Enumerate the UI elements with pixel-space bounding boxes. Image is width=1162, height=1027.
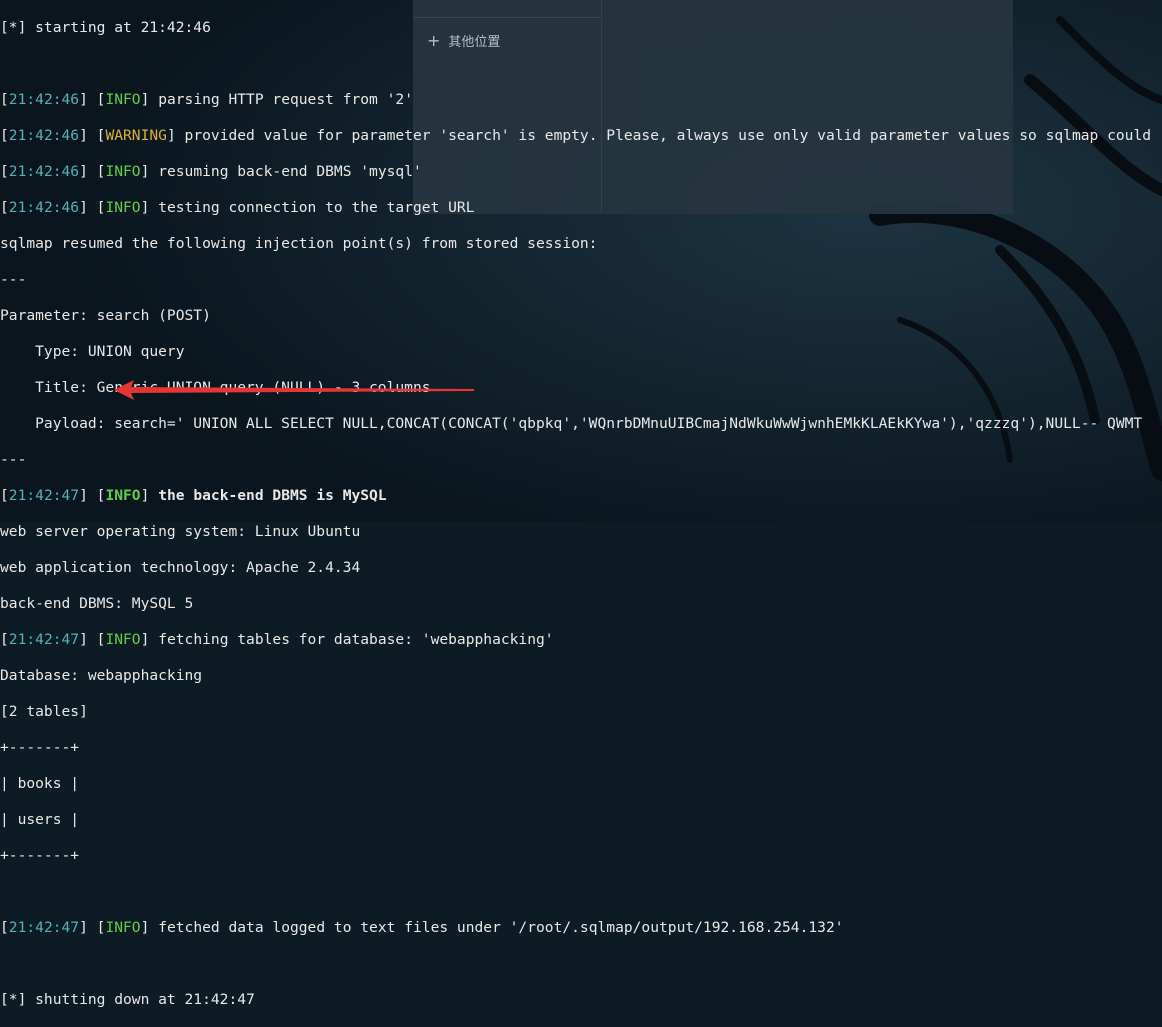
level-badge: INFO [105,919,141,936]
tech-line: web application technology: Apache 2.4.3… [0,559,361,576]
terminal-output[interactable]: [*] starting at 21:42:46 [21:42:46] [INF… [0,1,1151,1027]
log-line: [21:42:47] [INFO] the back-end DBMS is M… [0,487,387,504]
dbms-line: back-end DBMS: MySQL 5 [0,595,194,612]
payload-line: Payload: search=' UNION ALL SELECT NULL,… [0,415,1143,432]
start-line: [*] starting at 21:42:46 [0,19,211,36]
table-row: | users | [0,811,80,828]
log-line: [21:42:47] [INFO] fetching tables for da… [0,631,554,648]
timestamp: 21:42:46 [8,163,80,180]
end-line: [*] shutting down at 21:42:47 [0,991,255,1008]
separator: --- [0,271,27,288]
database-line: Database: webapphacking [0,667,203,684]
table-row: | books | [0,775,80,792]
log-message: fetching tables for database: 'webapphac… [149,631,554,648]
log-message: provided value for parameter 'search' is… [175,127,1152,144]
log-message: parsing HTTP request from '2' [149,91,413,108]
separator: --- [0,451,27,468]
timestamp: 21:42:47 [8,487,80,504]
timestamp: 21:42:47 [8,919,80,936]
level-badge: INFO [105,163,141,180]
log-message: the back-end DBMS is MySQL [149,487,387,504]
log-line: [21:42:46] [INFO] parsing HTTP request f… [0,91,413,108]
resumed-line: sqlmap resumed the following injection p… [0,235,598,252]
level-badge: INFO [105,631,141,648]
table-border: +-------+ [0,739,80,756]
table-count-line: [2 tables] [0,703,88,720]
timestamp: 21:42:46 [8,199,80,216]
level-badge: WARNING [105,127,167,144]
level-badge: INFO [105,487,141,504]
parameter-line: Parameter: search (POST) [0,307,211,324]
log-line: [21:42:46] [INFO] testing connection to … [0,199,475,216]
timestamp: 21:42:46 [8,127,80,144]
log-message: testing connection to the target URL [149,199,475,216]
type-line: Type: UNION query [0,343,185,360]
log-message: resuming back-end DBMS 'mysql' [149,163,422,180]
log-line: [21:42:46] [WARNING] provided value for … [0,127,1152,144]
log-line: [21:42:46] [INFO] resuming back-end DBMS… [0,163,422,180]
level-badge: INFO [105,91,141,108]
red-arrow-annotation [114,380,474,400]
os-line: web server operating system: Linux Ubunt… [0,523,361,540]
log-message: fetched data logged to text files under … [149,919,844,936]
table-border: +-------+ [0,847,80,864]
timestamp: 21:42:47 [8,631,80,648]
timestamp: 21:42:46 [8,91,80,108]
log-line: [21:42:47] [INFO] fetched data logged to… [0,919,844,936]
level-badge: INFO [105,199,141,216]
